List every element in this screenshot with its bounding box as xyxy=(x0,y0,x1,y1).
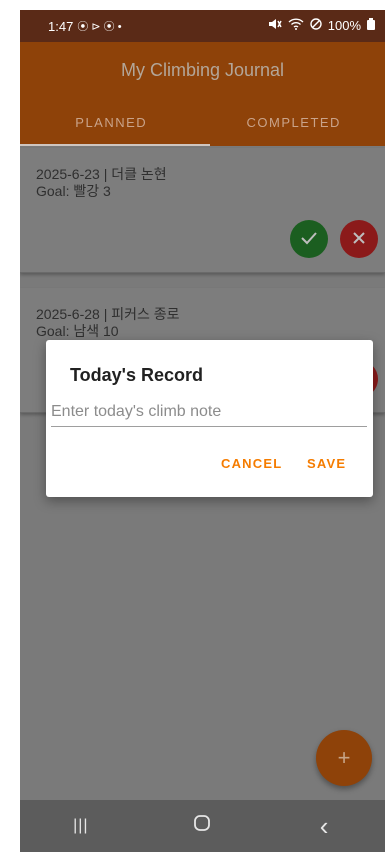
status-time: 1:47 xyxy=(48,18,74,34)
tab-indicator xyxy=(20,144,210,146)
entry-goal: Goal: 남색 10 xyxy=(36,323,119,339)
tab-completed-label: COMPLETED xyxy=(246,114,341,130)
phone-screen: 1:47 ⦿ ⊳ ⦿ • 100% My Climbing Journal PL… xyxy=(20,10,385,852)
close-icon xyxy=(352,228,366,251)
record-dialog: Today's Record CANCEL SAVE xyxy=(46,340,373,497)
dnd-icon xyxy=(310,18,322,33)
climb-note-input[interactable] xyxy=(51,400,367,427)
dialog-title: Today's Record xyxy=(70,365,203,385)
entry-goal: Goal: 빨강 3 xyxy=(36,183,111,199)
wifi-icon xyxy=(288,18,304,33)
delete-button[interactable] xyxy=(340,220,378,258)
tab-planned-label: PLANNED xyxy=(75,114,148,130)
battery-icon xyxy=(367,18,375,33)
complete-button[interactable] xyxy=(290,220,328,258)
status-notification-icons: ⦿ ⊳ ⦿ • xyxy=(77,21,122,33)
app-bar: My Climbing Journal xyxy=(20,42,385,98)
system-nav-bar: ||| ‹ xyxy=(20,800,385,852)
cancel-button[interactable]: CANCEL xyxy=(221,456,282,471)
home-button[interactable] xyxy=(162,814,242,838)
climb-entry-card[interactable]: 2025-6-23 | 더클 논현 Goal: 빨강 3 xyxy=(20,148,385,273)
app-title: My Climbing Journal xyxy=(120,59,285,80)
recents-button[interactable]: ||| xyxy=(41,817,121,835)
battery-text: 100% xyxy=(327,18,361,33)
status-bar: 1:47 ⦿ ⊳ ⦿ • 100% xyxy=(20,10,385,42)
add-entry-button[interactable]: + xyxy=(316,730,372,786)
entry-date-location: 2025-6-23 | 더클 논현 xyxy=(36,166,167,182)
recents-icon: ||| xyxy=(73,817,89,834)
tab-planned[interactable]: PLANNED xyxy=(20,98,210,146)
back-icon: ‹ xyxy=(319,810,329,841)
tab-bar: PLANNED COMPLETED xyxy=(20,98,385,146)
home-icon xyxy=(193,814,211,838)
tab-completed[interactable]: COMPLETED xyxy=(203,98,385,146)
check-icon xyxy=(300,228,318,251)
plus-icon: + xyxy=(337,745,351,770)
entry-date-location: 2025-6-28 | 피커스 종로 xyxy=(36,306,180,322)
save-button[interactable]: SAVE xyxy=(307,456,346,471)
back-button[interactable]: ‹ xyxy=(284,811,364,842)
mute-icon xyxy=(268,18,282,33)
